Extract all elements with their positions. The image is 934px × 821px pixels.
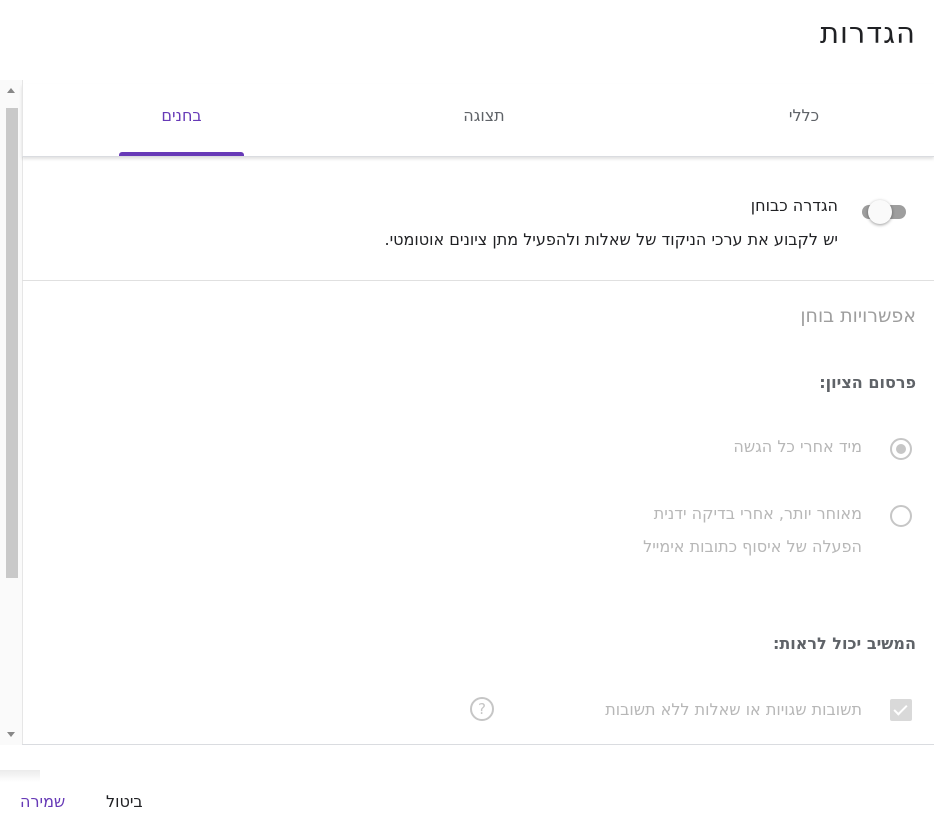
tab-general-label: כללי — [788, 106, 820, 125]
radio-immediately-label: מיד אחרי כל הגשה — [733, 437, 862, 456]
radio-immediately[interactable] — [890, 438, 912, 460]
quiz-toggle-row: הגדרה כבוחן יש לקבוע את ערכי הניקוד של ש… — [22, 160, 934, 281]
tab-quizzes-label: בחנים — [161, 106, 202, 125]
settings-dialog: הגדרות כללי תצוגה בחנים הגדרה כבוחן יש ל… — [0, 0, 934, 821]
radio-later-sublabel: הפעלה של איסוף כתובות אימייל — [643, 537, 862, 556]
footer-shadow — [0, 770, 40, 782]
release-grade-label: פרסום הציון: — [819, 373, 916, 392]
help-icon[interactable]: ? — [470, 697, 494, 721]
make-quiz-description: יש לקבוע את ערכי הניקוד של שאלות ולהפעיל… — [384, 230, 838, 249]
dialog-title: הגדרות — [819, 16, 916, 50]
tab-display[interactable]: תצוגה — [414, 84, 554, 156]
tab-general[interactable]: כללי — [754, 84, 854, 156]
cancel-button[interactable]: ביטול — [106, 792, 143, 811]
radio-later-label: מאוחר יותר, אחרי בדיקה ידנית — [653, 504, 862, 523]
tab-quizzes[interactable]: בחנים — [119, 84, 244, 156]
scrollbar[interactable] — [0, 80, 23, 745]
make-quiz-label: הגדרה כבוחן — [750, 196, 838, 215]
respondent-can-see-label: המשיב יכול לראות: — [772, 634, 916, 653]
radio-later-manual-review[interactable] — [890, 505, 912, 527]
missed-questions-label: תשובות שגויות או שאלות ללא תשובות — [605, 700, 862, 719]
scrollbar-thumb[interactable] — [6, 108, 18, 578]
tab-display-label: תצוגה — [463, 106, 505, 125]
scroll-down-arrow-icon[interactable] — [7, 732, 15, 737]
footer-divider — [22, 744, 934, 745]
toggle-thumb — [868, 200, 892, 224]
make-quiz-toggle[interactable] — [854, 198, 912, 226]
settings-tabs: כללי תצוגה בחנים — [22, 84, 934, 157]
active-tab-indicator — [119, 152, 244, 156]
scroll-up-arrow-icon[interactable] — [7, 88, 15, 93]
save-button[interactable]: שמירה — [20, 792, 65, 811]
quiz-options-title: אפשרויות בוחן — [800, 305, 916, 327]
missed-questions-checkbox[interactable] — [890, 699, 912, 721]
